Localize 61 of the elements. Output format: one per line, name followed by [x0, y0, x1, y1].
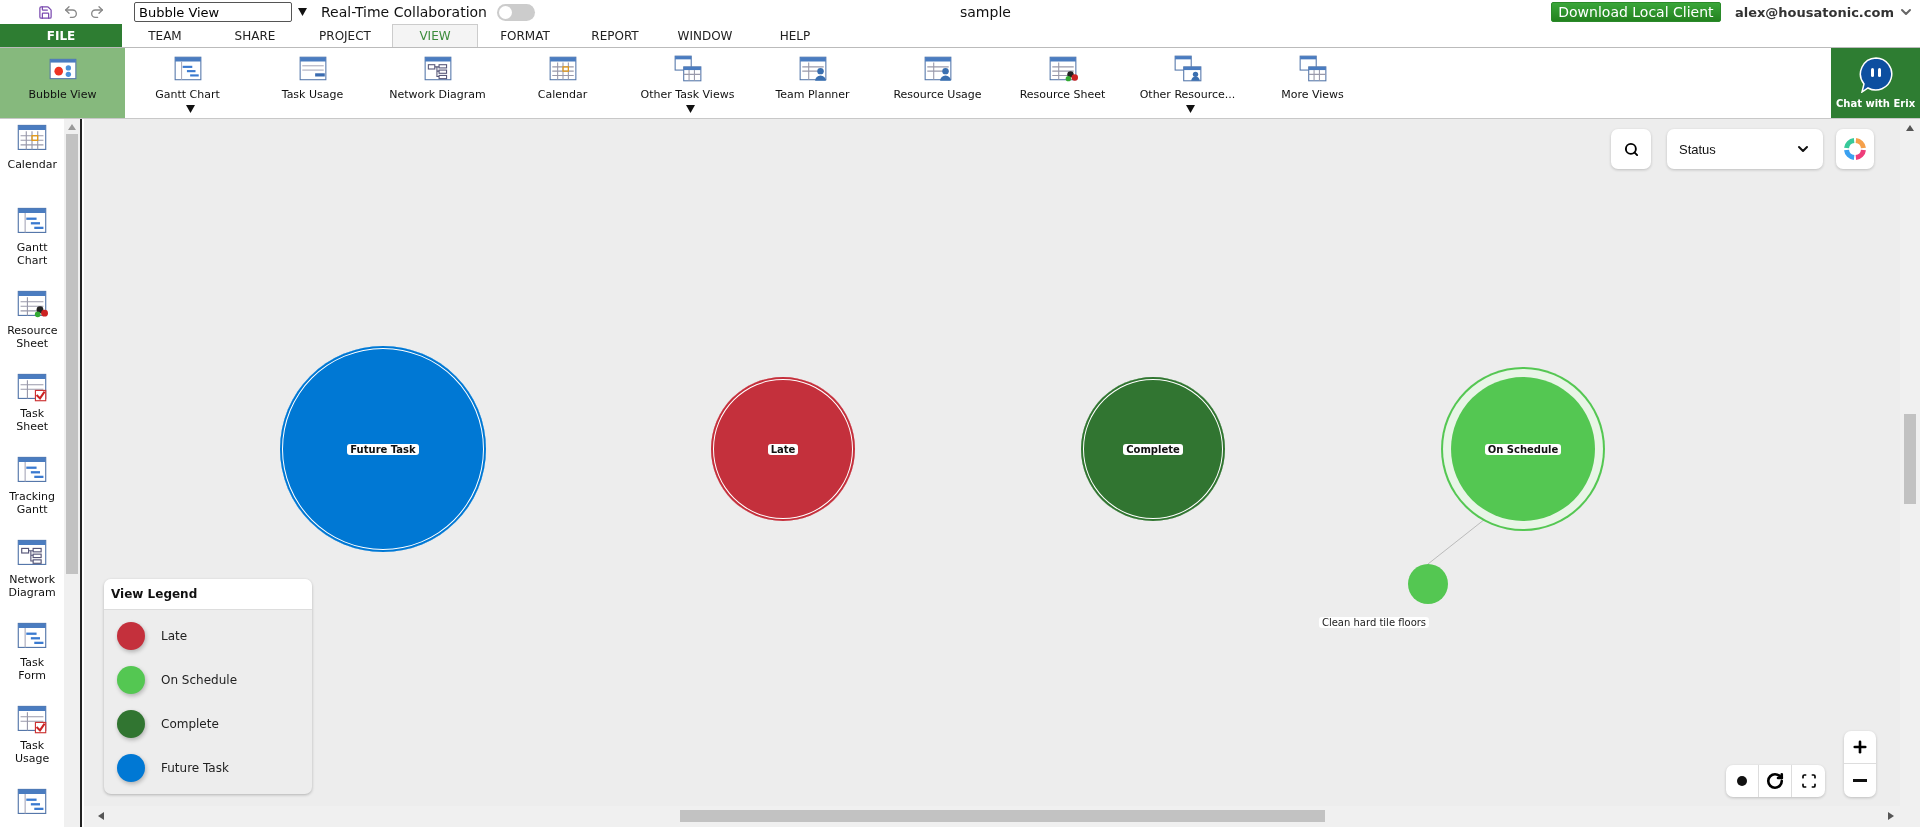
document-title: sample [960, 4, 1011, 20]
bubble-label: Late [767, 443, 799, 455]
scroll-left-icon[interactable] [98, 812, 104, 820]
sheet-check-icon [16, 371, 49, 403]
chat-button[interactable]: Chat with Erix [1831, 48, 1920, 118]
bubble-label: Future Task [347, 443, 419, 455]
status-bubble[interactable]: Late [711, 377, 855, 521]
horizontal-scrollbar[interactable] [84, 806, 1920, 827]
sheet-person-icon [922, 54, 953, 84]
task-label: Clean hard tile floors [1318, 617, 1430, 628]
refresh-icon [1766, 772, 1784, 790]
sidebar-view-item[interactable]: Task Sheet [1, 371, 64, 454]
sheet-people-icon [1047, 54, 1078, 84]
resource-views-icon [1172, 54, 1203, 84]
legend-title: View Legend [104, 579, 312, 610]
sheet-person-icon [797, 54, 828, 84]
file-menu[interactable]: FILE [0, 24, 122, 47]
fullscreen-icon [1800, 773, 1817, 789]
chat-bubble-icon [1858, 57, 1893, 93]
views-icon [672, 54, 703, 84]
legend-label: On Schedule [161, 673, 237, 687]
sheet-check-icon [16, 703, 49, 735]
menu-tab[interactable]: VIEW [392, 24, 478, 47]
scroll-right-icon[interactable] [1888, 812, 1894, 820]
sidebar-view-item[interactable]: Network Diagram [1, 537, 64, 620]
legend-label: Late [161, 629, 188, 643]
view-name-field[interactable]: Bubble View [134, 2, 292, 22]
scroll-up-icon[interactable] [1906, 125, 1914, 131]
sidebar-view-item[interactable]: Task Form [1, 620, 64, 703]
bubble-label: On Schedule [1484, 443, 1562, 455]
caret-icon [298, 8, 307, 16]
sidebar-view-item[interactable]: Gantt Chart [1, 205, 64, 288]
sidebar-view-item[interactable]: Resource Sheet [1, 288, 64, 371]
bubble-label: Complete [1123, 443, 1183, 455]
scroll-thumb[interactable] [1904, 414, 1916, 504]
scroll-thumb[interactable] [66, 134, 79, 574]
search-button[interactable] [1611, 129, 1651, 169]
minus-icon [1853, 779, 1867, 782]
collaboration-toggle[interactable] [496, 3, 535, 21]
sidebar-view-item[interactable]: Tracking Gantt [1, 454, 64, 537]
download-button[interactable]: Download Local Client [1550, 2, 1721, 22]
legend-label: Complete [161, 717, 219, 731]
status-bubble[interactable]: Future Task [280, 346, 486, 552]
dot-icon [1737, 776, 1747, 786]
leader-line [1427, 518, 1486, 565]
sidebar-scrollbar[interactable] [64, 119, 80, 827]
status-bubble[interactable]: Complete [1081, 377, 1225, 521]
ribbon-view-button[interactable]: Bubble View [0, 48, 125, 118]
group-by-select[interactable]: Status [1667, 129, 1823, 169]
plus-icon [1851, 738, 1869, 756]
scroll-thumb[interactable] [680, 810, 1325, 822]
sheet-people-icon [16, 288, 49, 320]
color-wheel-icon [1842, 136, 1868, 162]
collaboration-label: Real-Time Collaboration [321, 4, 487, 20]
sidebar-view-item[interactable]: Task Usage [1, 703, 64, 786]
views-icon [1297, 54, 1328, 84]
color-button[interactable] [1836, 129, 1874, 169]
user-menu[interactable]: alex@housatonic.com [1734, 4, 1914, 20]
search-icon [1623, 141, 1639, 157]
legend-label: Future Task [161, 761, 229, 775]
sidebar-view-item[interactable]: Calendar [1, 122, 64, 205]
